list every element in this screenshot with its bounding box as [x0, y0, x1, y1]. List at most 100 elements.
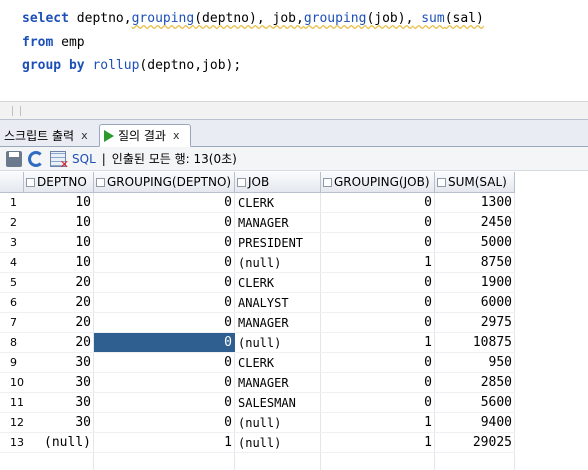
cell-job[interactable]: MANAGER: [235, 313, 321, 333]
cell-grouping-deptno[interactable]: 0: [94, 373, 235, 393]
cell-grouping-deptno[interactable]: 0: [94, 273, 235, 293]
cell-job[interactable]: PRESIDENT: [235, 233, 321, 253]
cell-deptno[interactable]: 20: [24, 273, 94, 293]
table-row[interactable]: 2 10 0 MANAGER 0 2450: [0, 213, 515, 233]
table-row[interactable]: 5 20 0 CLERK 0 1900: [0, 273, 515, 293]
row-number[interactable]: 11: [0, 393, 24, 413]
cell-grouping-deptno[interactable]: 0: [94, 393, 235, 413]
tab-script-output[interactable]: 스크립트 출력 x: [0, 124, 96, 147]
cell-grouping-deptno[interactable]: 0: [94, 213, 235, 233]
cell-sum-sal[interactable]: 2975: [435, 313, 515, 333]
cell-sum-sal[interactable]: 10875: [435, 333, 515, 353]
table-row[interactable]: 6 20 0 ANALYST 0 6000: [0, 293, 515, 313]
table-row[interactable]: 1 10 0 CLERK 0 1300: [0, 193, 515, 213]
cell-grouping-job[interactable]: 1: [321, 413, 435, 433]
cell-job[interactable]: CLERK: [235, 273, 321, 293]
table-row[interactable]: 10 30 0 MANAGER 0 2850: [0, 373, 515, 393]
cell-deptno[interactable]: (null): [24, 433, 94, 453]
cell-sum-sal[interactable]: 9400: [435, 413, 515, 433]
cell-sum-sal[interactable]: 1300: [435, 193, 515, 213]
table-row[interactable]: 3 10 0 PRESIDENT 0 5000: [0, 233, 515, 253]
table-row[interactable]: 11 30 0 SALESMAN 0 5600: [0, 393, 515, 413]
cell-deptno[interactable]: 20: [24, 333, 94, 353]
editor-horizontal-scrollbar[interactable]: [0, 101, 588, 119]
result-grid[interactable]: DEPTNO GROUPING(DEPTNO) JOB GROUPING(JOB…: [0, 172, 588, 470]
cell-deptno[interactable]: 20: [24, 293, 94, 313]
cell-sum-sal[interactable]: 2850: [435, 373, 515, 393]
column-header-job[interactable]: JOB: [235, 172, 321, 193]
row-number[interactable]: 7: [0, 313, 24, 333]
cell-job[interactable]: (null): [235, 253, 321, 273]
cell-grouping-job[interactable]: 1: [321, 253, 435, 273]
cell-grouping-job[interactable]: 0: [321, 373, 435, 393]
row-number[interactable]: 10: [0, 373, 24, 393]
column-header-deptno[interactable]: DEPTNO: [24, 172, 94, 193]
row-number[interactable]: 1: [0, 193, 24, 213]
row-number[interactable]: 6: [0, 293, 24, 313]
cell-sum-sal[interactable]: 950: [435, 353, 515, 373]
row-number[interactable]: 3: [0, 233, 24, 253]
cell-sum-sal[interactable]: 29025: [435, 433, 515, 453]
cell-grouping-job[interactable]: 1: [321, 333, 435, 353]
row-number[interactable]: 9: [0, 353, 24, 373]
cell-job[interactable]: (null): [235, 333, 321, 353]
row-number[interactable]: 4: [0, 253, 24, 273]
close-icon[interactable]: x: [81, 129, 88, 142]
cell-grouping-deptno[interactable]: 0: [94, 253, 235, 273]
cell-grouping-job[interactable]: 0: [321, 273, 435, 293]
cell-sum-sal[interactable]: 6000: [435, 293, 515, 313]
cell-grouping-deptno[interactable]: 1: [94, 433, 235, 453]
table-row[interactable]: 4 10 0 (null) 1 8750: [0, 253, 515, 273]
cell-sum-sal[interactable]: 5600: [435, 393, 515, 413]
table-row[interactable]: 12 30 0 (null) 1 9400: [0, 413, 515, 433]
cell-grouping-deptno[interactable]: 0: [94, 313, 235, 333]
row-number[interactable]: 5: [0, 273, 24, 293]
clear-grid-icon[interactable]: [50, 150, 69, 171]
column-header-grouping-deptno[interactable]: GROUPING(DEPTNO): [94, 172, 235, 193]
cell-sum-sal[interactable]: 2450: [435, 213, 515, 233]
cell-grouping-job[interactable]: 1: [321, 433, 435, 453]
cell-deptno[interactable]: 10: [24, 213, 94, 233]
cell-job[interactable]: MANAGER: [235, 373, 321, 393]
cell-deptno[interactable]: 30: [24, 373, 94, 393]
cell-grouping-deptno[interactable]: 0: [94, 193, 235, 213]
cell-grouping-deptno[interactable]: 0: [94, 353, 235, 373]
cell-grouping-deptno[interactable]: 0: [94, 333, 235, 353]
cell-deptno[interactable]: 30: [24, 353, 94, 373]
cell-job[interactable]: SALESMAN: [235, 393, 321, 413]
print-icon[interactable]: [6, 150, 22, 167]
cell-grouping-job[interactable]: 0: [321, 353, 435, 373]
cell-job[interactable]: (null): [235, 413, 321, 433]
sql-button[interactable]: SQL: [72, 152, 96, 166]
sql-editor[interactable]: select deptno,grouping(deptno), job,grou…: [0, 0, 588, 103]
cell-grouping-deptno[interactable]: 0: [94, 233, 235, 253]
cell-deptno[interactable]: 10: [24, 193, 94, 213]
cell-grouping-deptno[interactable]: 0: [94, 293, 235, 313]
cell-deptno[interactable]: 10: [24, 253, 94, 273]
table-row[interactable]: 8 20 0 (null) 1 10875: [0, 333, 515, 353]
cell-deptno[interactable]: 30: [24, 393, 94, 413]
row-number[interactable]: 2: [0, 213, 24, 233]
table-row[interactable]: 9 30 0 CLERK 0 950: [0, 353, 515, 373]
cell-grouping-deptno[interactable]: 0: [94, 413, 235, 433]
cell-job[interactable]: ANALYST: [235, 293, 321, 313]
cell-job[interactable]: MANAGER: [235, 213, 321, 233]
cell-job[interactable]: (null): [235, 433, 321, 453]
cell-deptno[interactable]: 20: [24, 313, 94, 333]
refresh-icon[interactable]: [28, 150, 44, 167]
cell-grouping-job[interactable]: 0: [321, 233, 435, 253]
column-header-sum-sal[interactable]: SUM(SAL): [435, 172, 515, 193]
row-number[interactable]: 13: [0, 433, 24, 453]
close-icon[interactable]: x: [173, 129, 180, 142]
table-row[interactable]: 13 (null) 1 (null) 1 29025: [0, 433, 515, 453]
cell-sum-sal[interactable]: 8750: [435, 253, 515, 273]
cell-job[interactable]: CLERK: [235, 353, 321, 373]
cell-deptno[interactable]: 30: [24, 413, 94, 433]
cell-grouping-job[interactable]: 0: [321, 193, 435, 213]
row-number[interactable]: 12: [0, 413, 24, 433]
cell-sum-sal[interactable]: 1900: [435, 273, 515, 293]
row-number[interactable]: 8: [0, 333, 24, 353]
cell-grouping-job[interactable]: 0: [321, 393, 435, 413]
cell-grouping-job[interactable]: 0: [321, 313, 435, 333]
cell-grouping-job[interactable]: 0: [321, 293, 435, 313]
